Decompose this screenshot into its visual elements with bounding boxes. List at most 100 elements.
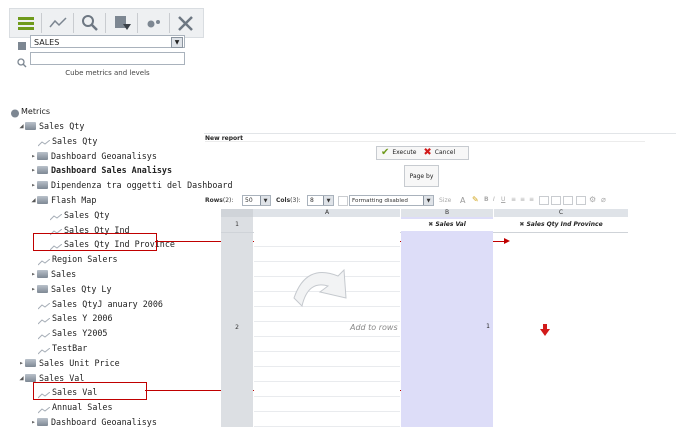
cols-select[interactable]: 8 ▼ xyxy=(307,195,334,206)
formatting-select[interactable]: Formatting disabled ▼ xyxy=(349,195,434,206)
rows-select[interactable]: 50 ▼ xyxy=(242,195,271,206)
tree-item-label: Sales Qty xyxy=(64,209,110,220)
column-header-label: Sales Qty Ind Province xyxy=(526,221,603,228)
tree-folder[interactable]: ▸ Dashboard Sales Analisys xyxy=(30,163,172,177)
metric-search-input[interactable] xyxy=(30,52,185,65)
tree-item-label: Sales Unit Price xyxy=(39,357,120,368)
checkbox[interactable] xyxy=(338,196,348,206)
tree-metric[interactable]: Sales QtyJ anuary 2006 xyxy=(37,297,163,311)
collapsed-triangle-icon[interactable]: ▸ xyxy=(18,356,25,370)
tree-metric[interactable]: Region Salers xyxy=(37,252,118,266)
tree-folder[interactable]: ▸ Sales xyxy=(30,267,76,281)
dots-icon[interactable] xyxy=(141,11,167,35)
italic-icon[interactable]: I xyxy=(493,196,495,203)
expanded-triangle-icon[interactable]: ◢ xyxy=(30,193,37,207)
tree-folder[interactable]: ▸ Sales Unit Price xyxy=(18,356,120,370)
eraser-icon[interactable]: ⌀ xyxy=(601,195,606,204)
column-header-a[interactable]: A xyxy=(254,209,401,217)
magnifier-icon[interactable] xyxy=(77,11,103,35)
check-icon[interactable]: ✔ xyxy=(381,146,389,160)
settings-icon[interactable]: ⚙ xyxy=(589,195,596,204)
collapsed-triangle-icon[interactable]: ▸ xyxy=(30,163,37,177)
arrow-head-icon xyxy=(504,238,510,244)
tree-item-label: Flash Map xyxy=(51,195,97,205)
row-number[interactable]: 2 xyxy=(221,322,253,334)
expanded-triangle-icon[interactable]: ◢ xyxy=(18,119,25,133)
tree-item-label: Sales xyxy=(51,269,77,279)
page-by-button[interactable]: Page by xyxy=(404,165,439,187)
report-top-strip xyxy=(204,113,676,134)
curved-arrow-icon xyxy=(286,258,356,328)
tree-item-label: Sales Y2005 xyxy=(52,328,108,339)
tree-item-label: Sales Qty Ly xyxy=(51,283,112,294)
cancel-button[interactable]: Cancel xyxy=(435,146,455,160)
stack-icon[interactable] xyxy=(13,11,39,35)
close-icon[interactable]: ✖ xyxy=(423,146,431,160)
cube-select[interactable]: SALES ▼ xyxy=(30,35,185,48)
add-to-rows-hint: Add to rows xyxy=(350,323,398,332)
tree-metric[interactable]: Annual Sales xyxy=(37,400,113,414)
collapsed-triangle-icon[interactable]: ▸ xyxy=(30,415,37,429)
column-header-sales-val[interactable]: ✖ Sales Val xyxy=(401,219,493,231)
filter-icon[interactable] xyxy=(109,11,135,35)
tree-metric[interactable]: TestBar xyxy=(37,341,88,355)
rows-label: Rows xyxy=(205,197,223,204)
chevron-down-icon[interactable]: ▼ xyxy=(171,37,183,48)
tree-metric[interactable]: Sales Y2005 xyxy=(37,326,108,340)
tree-folder[interactable]: ▸ Sales Qty Ly xyxy=(30,282,112,296)
tools-icon[interactable] xyxy=(173,11,199,35)
border-icon[interactable] xyxy=(551,196,561,205)
collapsed-triangle-icon[interactable]: ▸ xyxy=(30,178,37,192)
tree-metric[interactable]: Sales Y 2006 xyxy=(37,311,113,325)
font-color-icon[interactable]: A xyxy=(460,196,465,205)
metric-line-icon xyxy=(37,345,51,354)
toolbar xyxy=(9,8,204,38)
globe-icon xyxy=(10,108,20,117)
collapsed-triangle-icon[interactable]: ▸ xyxy=(30,149,37,163)
highlighter-icon[interactable]: ✎ xyxy=(472,195,479,204)
column-b-area xyxy=(401,217,493,427)
align-center-icon[interactable]: ≡ xyxy=(520,196,525,203)
border-icon[interactable] xyxy=(539,196,549,205)
chevron-down-icon[interactable]: ▼ xyxy=(423,196,433,205)
grid-corner xyxy=(221,209,253,217)
tree-folder[interactable]: ◢ Sales Qty xyxy=(18,119,84,133)
tree-root-metrics[interactable]: Metrics xyxy=(10,105,50,119)
column-header-c[interactable]: C xyxy=(494,209,629,217)
cube-caption: Cube metrics and levels xyxy=(65,69,150,77)
cols-select-value: 8 xyxy=(310,197,314,204)
tree-folder[interactable]: ▸ Dashboard Geoanalisys xyxy=(30,149,157,163)
expanded-triangle-icon[interactable]: ◢ xyxy=(18,371,25,385)
execute-button[interactable]: Execute xyxy=(392,146,416,160)
cell-value: 1 xyxy=(486,323,490,330)
column-header-b[interactable]: B xyxy=(401,209,494,217)
collapsed-triangle-icon[interactable]: ▸ xyxy=(30,267,37,281)
bold-icon[interactable]: B xyxy=(484,196,489,203)
rows-select-value: 50 xyxy=(245,197,253,204)
align-right-icon[interactable]: ≡ xyxy=(529,196,534,203)
tree-folder[interactable]: ◢ Flash Map xyxy=(30,193,96,207)
chevron-down-icon[interactable]: ▼ xyxy=(323,196,333,205)
collapsed-triangle-icon[interactable]: ▸ xyxy=(30,282,37,296)
line-chart-icon[interactable] xyxy=(45,11,71,35)
align-left-icon[interactable]: ≡ xyxy=(511,196,516,203)
column-header-province[interactable]: ✖ Sales Qty Ind Province xyxy=(494,219,628,231)
tree-item-label: Sales Qty xyxy=(52,135,98,146)
border-icon[interactable] xyxy=(576,196,586,205)
tree-folder[interactable]: ▸ Dipendenza tra oggetti del Dashboard xyxy=(30,178,233,192)
tree-item-label: TestBar xyxy=(52,343,88,353)
highlight-box-province xyxy=(33,233,157,251)
tree-metric[interactable]: Sales Qty xyxy=(37,134,98,148)
underline-icon[interactable]: U xyxy=(501,196,505,203)
divider xyxy=(205,141,645,142)
tree-metric[interactable]: Sales Qty xyxy=(49,208,110,222)
row-number[interactable]: 1 xyxy=(221,219,253,231)
chevron-down-icon[interactable]: ▼ xyxy=(260,196,270,205)
tree-folder[interactable]: ▸ Dashboard Geoanalisys xyxy=(30,415,157,429)
border-icon[interactable] xyxy=(563,196,573,205)
tree-item-label: Dipendenza tra oggetti del Dashboard xyxy=(51,180,233,191)
cube-select-value: SALES xyxy=(34,38,60,47)
formatting-select-value: Formatting disabled xyxy=(352,198,408,204)
highlight-box-sales-val xyxy=(33,382,147,400)
metric-line-icon xyxy=(37,404,51,414)
